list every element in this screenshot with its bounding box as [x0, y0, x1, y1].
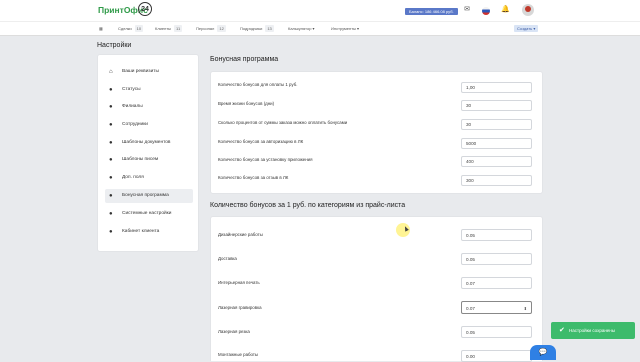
bonus-percent-input[interactable]: [461, 119, 532, 130]
sidebar-item-employees[interactable]: ● Сотрудники: [105, 118, 193, 132]
sidebar-item-client-cabinet[interactable]: ● Кабинет клиента: [105, 225, 193, 239]
bonus-settings-panel: Количество бонусов для оплаты 1 руб. Вре…: [210, 71, 543, 194]
balance-badge[interactable]: Баланс: 186 466.08 руб.: [405, 8, 458, 15]
user-icon: ●: [109, 175, 113, 181]
bonus-program-title: Бонусная программа: [210, 56, 279, 63]
user-icon: ●: [109, 157, 113, 163]
chat-widget-button[interactable]: 💬: [530, 345, 556, 360]
user-icon: ●: [109, 122, 113, 128]
nav-item-staff[interactable]: Персонал 12: [196, 25, 226, 32]
bonus-auth-input[interactable]: [461, 138, 532, 149]
logo-badge[interactable]: 24: [138, 2, 152, 16]
user-icon: ●: [109, 87, 113, 93]
user-icon: ●: [109, 229, 113, 235]
bonus-review-input[interactable]: [461, 175, 532, 186]
user-icon: ●: [109, 193, 113, 199]
sidebar-item-system-settings[interactable]: ● Системные настройки: [105, 207, 193, 221]
pricelist-bonus-panel: Дизайнерские работы Доставка Интерьерная…: [210, 216, 543, 362]
checkmark-icon: ✔: [559, 327, 565, 334]
sidebar-item-requisites[interactable]: ⌂ Ваши реквизиты: [105, 65, 193, 79]
nav-item-tools[interactable]: Инструменты ▾: [331, 25, 359, 32]
grid-menu-icon[interactable]: ▦: [99, 25, 103, 32]
nav-item-calculator[interactable]: Калькулятор ▾: [288, 25, 315, 32]
sidebar-item-statuses[interactable]: ● Статусы: [105, 83, 193, 97]
bonus-per-ruble-input[interactable]: [461, 82, 532, 93]
sidebar-item-extra-fields[interactable]: ● Доп. поля: [105, 171, 193, 185]
user-icon: ●: [109, 140, 113, 146]
mail-icon[interactable]: ✉: [463, 6, 471, 14]
user-icon: ●: [109, 211, 113, 217]
stepper-arrows-icon: ⬍: [523, 306, 527, 311]
top-header: ПринтОфис 24 Баланс: 186 466.08 руб. ✉ 🔔: [0, 0, 640, 21]
sidebar-item-bonus-program[interactable]: ● Бонусная программа: [105, 189, 193, 203]
user-avatar[interactable]: [522, 4, 534, 16]
nav-item-clients[interactable]: Клиенты 11: [155, 25, 183, 32]
sidebar-item-branches[interactable]: ● Филиалы: [105, 100, 193, 114]
sidebar-item-document-templates[interactable]: ● Шаблоны документов: [105, 136, 193, 150]
delivery-bonus-input[interactable]: [461, 253, 532, 265]
settings-sidebar: ⌂ Ваши реквизиты ● Статусы ● Филиалы ● Сотру…: [97, 54, 199, 252]
page-title: Настройки: [97, 42, 132, 49]
success-toast[interactable]: ✔ Настройки сохранены: [551, 322, 635, 339]
bell-icon[interactable]: 🔔: [501, 6, 510, 14]
main-nav: ▦ Сделки 10 Клиенты 11 Персонал 12 Подрядчи…: [0, 21, 640, 36]
language-flag-icon[interactable]: [482, 7, 490, 15]
pricelist-bonus-title: Количество бонусов за 1 руб. по категори…: [210, 202, 406, 209]
sidebar-item-letter-templates[interactable]: ● Шаблоны писем: [105, 153, 193, 167]
bonus-lifetime-input[interactable]: [461, 100, 532, 111]
user-icon: ●: [109, 104, 113, 110]
nav-item-contractors[interactable]: Подрядчики 13: [240, 25, 274, 32]
interior-print-bonus-input[interactable]: [461, 277, 532, 289]
bonus-app-install-input[interactable]: [461, 156, 532, 167]
installation-work-bonus-input[interactable]: [461, 350, 532, 362]
chat-icon: 💬: [538, 349, 548, 356]
laser-cutting-bonus-input[interactable]: [461, 326, 532, 338]
design-work-bonus-input[interactable]: [461, 229, 532, 241]
nav-item-deals[interactable]: Сделки 10: [118, 25, 144, 32]
create-button[interactable]: Создать ▾: [514, 25, 539, 32]
laser-engraving-bonus-select[interactable]: 0.07 ⬍: [461, 301, 532, 314]
home-icon: ⌂: [109, 69, 113, 75]
